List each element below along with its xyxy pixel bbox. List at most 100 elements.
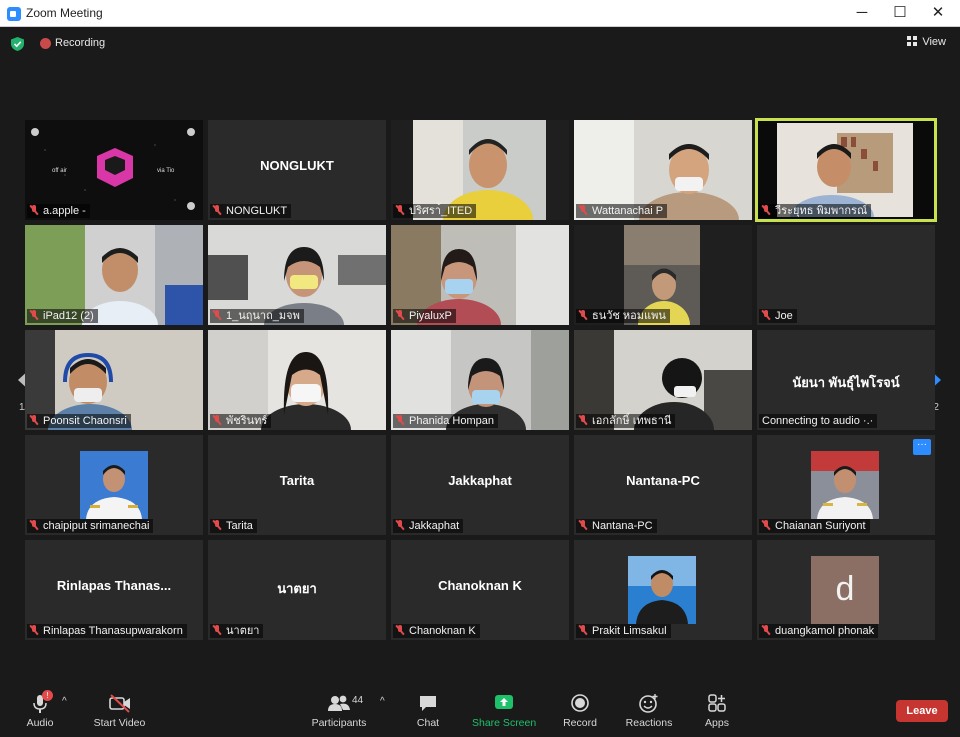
participants-button[interactable]: 44 Participants (310, 692, 368, 729)
close-button[interactable]: ✕ (920, 0, 956, 27)
muted-mic-icon (761, 204, 771, 216)
participant-big-name: นัยนา พันธุ์ไพโรจน์ (792, 375, 900, 390)
audio-label: Audio (26, 717, 54, 729)
muted-mic-icon (578, 624, 588, 636)
video-tile[interactable]: PiyaluxP (391, 225, 569, 325)
video-tile[interactable]: chaipiput srimanechai (25, 435, 203, 535)
chat-button[interactable]: Chat (410, 692, 446, 729)
video-tile[interactable]: Joe (757, 225, 935, 325)
video-tile[interactable]: Nantana-PC Nantana-PC (574, 435, 752, 535)
maximize-button[interactable]: ☐ (882, 0, 918, 27)
window-titlebar: Zoom Meeting ─ ☐ ✕ (0, 0, 960, 27)
video-tile[interactable]: ธนวัช หอมแพน (574, 225, 752, 325)
participant-name-label: duangkamol phonak (759, 624, 879, 638)
video-tile[interactable]: Wattanachai P (574, 120, 752, 220)
participant-big-name: Rinlapas Thanas... (56, 578, 172, 593)
video-tile[interactable]: Chanoknan K Chanoknan K (391, 540, 569, 640)
profile-photo (628, 556, 696, 624)
chat-icon (420, 696, 436, 711)
share-screen-button[interactable]: Share Screen (472, 692, 536, 729)
svg-text:via Tio: via Tio (157, 168, 175, 174)
video-tile[interactable]: 1_นฤนาถ_มจพ (208, 225, 386, 325)
video-tile[interactable]: off air via Tio a.apple - (25, 120, 203, 220)
participant-name-label: Chanoknan K (393, 624, 480, 638)
audio-alert-badge: ! (42, 690, 53, 701)
video-tile[interactable]: Jakkaphat Jakkaphat (391, 435, 569, 535)
participant-name-label: a.apple - (27, 204, 90, 218)
video-tile[interactable]: Chaianan Suriyont (757, 435, 935, 535)
video-tile[interactable]: Tarita Tarita (208, 435, 386, 535)
participant-video (777, 123, 913, 217)
apps-button[interactable]: Apps (700, 692, 734, 729)
video-tile[interactable]: พัชรินทร์ (208, 330, 386, 430)
leave-meeting-button[interactable]: Leave (896, 700, 948, 722)
participants-options-chevron-icon[interactable]: ^ (380, 696, 385, 707)
recording-label[interactable]: Recording (55, 37, 105, 49)
muted-mic-icon (578, 309, 588, 321)
video-tile[interactable]: Prakit Limsakul (574, 540, 752, 640)
muted-mic-icon (212, 519, 222, 531)
encryption-shield-icon[interactable] (11, 37, 24, 51)
avatar: d (811, 556, 879, 624)
video-camera-off-icon (108, 694, 130, 713)
participant-name-label: Poonsit Chaonsri (27, 414, 131, 428)
participants-icon (328, 695, 350, 711)
participant-big-name: นาตยา (277, 581, 317, 596)
video-tile[interactable]: นาตยา นาตยา (208, 540, 386, 640)
video-tile[interactable]: iPad12 (2) (25, 225, 203, 325)
participant-big-name: Jakkaphat (448, 473, 512, 488)
window-title: Zoom Meeting (26, 6, 103, 20)
participant-name-label: วีระยุทธ พิมพากรณ์ (759, 204, 872, 218)
apps-label: Apps (705, 717, 729, 729)
participant-name-label: Wattanachai P (576, 204, 668, 218)
video-tile-active-speaker[interactable]: วีระยุทธ พิมพากรณ์ (755, 118, 937, 222)
participant-big-name: Tarita (279, 473, 315, 488)
audio-options-chevron-icon[interactable]: ^ (62, 696, 67, 707)
start-video-button[interactable]: Start Video (92, 692, 147, 729)
video-tile[interactable]: ปริศรา้_ITED (391, 120, 569, 220)
muted-mic-icon (395, 519, 405, 531)
video-tile[interactable]: NONGLUKT NONGLUKT (208, 120, 386, 220)
muted-mic-icon (212, 414, 222, 426)
participant-name-label: Rinlapas Thanasupwarakorn (27, 624, 187, 638)
muted-mic-icon (395, 414, 405, 426)
muted-mic-icon (395, 204, 405, 216)
muted-mic-icon (761, 309, 771, 321)
record-button[interactable]: Record (561, 692, 599, 729)
video-tile[interactable]: นัยนา พันธุ์ไพโรจน์ Connecting to audio … (757, 330, 935, 430)
chat-label: Chat (416, 717, 440, 729)
minimize-button[interactable]: ─ (844, 0, 880, 27)
participant-name-label: Phanida Hompan (393, 414, 499, 428)
view-button[interactable]: View (907, 36, 946, 48)
video-tile[interactable]: Poonsit Chaonsri (25, 330, 203, 430)
participant-name-label: NONGLUKT (210, 204, 292, 218)
svg-text:off air: off air (52, 168, 67, 174)
record-icon (571, 694, 589, 712)
zoom-app-icon (7, 7, 21, 21)
participant-name-label: PiyaluxP (393, 309, 456, 323)
video-tile[interactable]: Rinlapas Thanas... Rinlapas Thanasupwara… (25, 540, 203, 640)
reactions-button[interactable]: Reactions (624, 692, 674, 729)
participant-name-label: ปริศรา้_ITED (393, 204, 477, 218)
meeting-toolbar: ! Audio ^ Start Video 44 Participants ^ … (0, 684, 960, 737)
record-label: Record (563, 717, 597, 729)
muted-mic-icon (29, 309, 39, 321)
muted-mic-icon (212, 624, 222, 636)
reactions-label: Reactions (625, 717, 673, 729)
tile-more-options-button[interactable]: ··· (913, 439, 931, 455)
muted-mic-icon (578, 414, 588, 426)
participant-name-label: Joe (759, 309, 797, 323)
video-tile[interactable]: Phanida Hompan (391, 330, 569, 430)
gallery-grid-icon (907, 36, 918, 46)
muted-mic-icon (578, 204, 588, 216)
participant-name-label: 1_นฤนาถ_มจพ (210, 309, 304, 323)
participant-name-label: Nantana-PC (576, 519, 657, 533)
participant-name-label: Chaianan Suriyont (759, 519, 870, 533)
participant-name-label: พัชรินทร์ (210, 414, 272, 428)
participants-count: 44 (352, 695, 364, 706)
muted-mic-icon (395, 624, 405, 636)
video-tile[interactable]: เอกลักษิ์ เทพธานี (574, 330, 752, 430)
video-tile[interactable]: d duangkamol phonak (757, 540, 935, 640)
apps-icon (708, 694, 726, 712)
audio-button[interactable]: ! Audio (20, 690, 60, 729)
